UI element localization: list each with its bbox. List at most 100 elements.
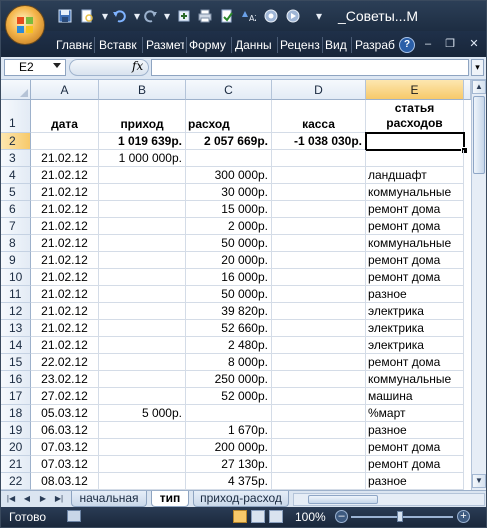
cell-expense[interactable]: 2 480р.	[186, 337, 272, 354]
cell-date[interactable]: 23.02.12	[31, 371, 99, 388]
header-date[interactable]: дата	[31, 100, 99, 133]
cell-income[interactable]	[99, 354, 186, 371]
row-header[interactable]: 6	[1, 201, 31, 218]
page-break-view-icon[interactable]	[269, 510, 283, 523]
cell-date[interactable]: 06.03.12	[31, 422, 99, 439]
row-header[interactable]: 10	[1, 269, 31, 286]
cell-category[interactable]: %март	[366, 405, 464, 422]
zoom-out-icon[interactable]: –	[335, 510, 348, 523]
page-layout-view-icon[interactable]	[251, 510, 265, 523]
tab-developer[interactable]: Разраб	[355, 37, 395, 53]
row-header[interactable]: 2	[1, 133, 31, 150]
cell-cash[interactable]	[272, 235, 366, 252]
cell-category[interactable]: разное	[366, 286, 464, 303]
zoom-in-icon[interactable]	[176, 9, 192, 24]
horizontal-scrollbar[interactable]	[293, 493, 485, 506]
cell-expense[interactable]: 27 130р.	[186, 456, 272, 473]
cell-category[interactable]: ремонт дома	[366, 456, 464, 473]
cell-total-income[interactable]: 1 019 639р.	[99, 133, 186, 150]
cell-expense[interactable]: 200 000р.	[186, 439, 272, 456]
cell-income[interactable]	[99, 456, 186, 473]
cell-cash[interactable]	[272, 371, 366, 388]
row-header[interactable]: 8	[1, 235, 31, 252]
row-header[interactable]: 17	[1, 388, 31, 405]
cell-income[interactable]: 1 000 000р.	[99, 150, 186, 167]
next-sheet-icon[interactable]: ▶	[37, 493, 49, 505]
cell-category[interactable]	[366, 150, 464, 167]
tab-page-layout[interactable]: Размет	[146, 37, 184, 53]
column-header-a[interactable]: A	[31, 80, 99, 100]
cell-income[interactable]	[99, 286, 186, 303]
help-icon[interactable]: ?	[399, 37, 415, 53]
cell-category[interactable]: коммунальные	[366, 235, 464, 252]
formula-input[interactable]	[151, 59, 469, 76]
cell-cash[interactable]	[272, 473, 366, 490]
row-header[interactable]: 4	[1, 167, 31, 184]
cell-expense[interactable]	[186, 150, 272, 167]
row-header[interactable]: 11	[1, 286, 31, 303]
cell-date[interactable]: 21.02.12	[31, 337, 99, 354]
zoom-level[interactable]: 100%	[295, 510, 326, 524]
cell-expense[interactable]: 52 000р.	[186, 388, 272, 405]
insert-function-icon[interactable]: fx	[132, 59, 143, 73]
cell-date[interactable]: 21.02.12	[31, 150, 99, 167]
cell-income[interactable]	[99, 235, 186, 252]
cell-expense[interactable]: 1 670р.	[186, 422, 272, 439]
cell-date[interactable]: 21.02.12	[31, 252, 99, 269]
first-sheet-icon[interactable]: |◀	[5, 493, 17, 505]
normal-view-icon[interactable]	[233, 510, 247, 523]
cell-e2[interactable]	[366, 133, 464, 150]
row-header[interactable]: 19	[1, 422, 31, 439]
cell-cash[interactable]	[272, 456, 366, 473]
cell-income[interactable]	[99, 422, 186, 439]
header-cash[interactable]: касса	[272, 100, 366, 133]
cell-a2[interactable]	[31, 133, 99, 150]
row-header[interactable]: 22	[1, 473, 31, 490]
cell-expense[interactable]: 52 660р.	[186, 320, 272, 337]
undo-icon[interactable]	[111, 9, 127, 24]
row-header[interactable]: 1	[1, 100, 31, 133]
macro-record-icon[interactable]	[67, 510, 81, 522]
app-window-controls[interactable]	[419, 6, 485, 26]
cell-income[interactable]	[99, 337, 186, 354]
row-header[interactable]: 21	[1, 456, 31, 473]
cell-date[interactable]: 08.03.12	[31, 473, 99, 490]
cell-cash[interactable]	[272, 218, 366, 235]
column-header-b[interactable]: B	[99, 80, 186, 100]
cell-cash[interactable]	[272, 286, 366, 303]
cell-expense[interactable]: 20 000р.	[186, 252, 272, 269]
column-header-d[interactable]: D	[272, 80, 366, 100]
cell-category[interactable]: разное	[366, 473, 464, 490]
cell-income[interactable]	[99, 473, 186, 490]
vertical-scrollbar[interactable]: ▲ ▼	[471, 80, 486, 490]
cell-category[interactable]: электрика	[366, 320, 464, 337]
cell-date[interactable]: 21.02.12	[31, 286, 99, 303]
cell-income[interactable]	[99, 252, 186, 269]
tab-data[interactable]: Данны	[235, 37, 275, 53]
row-header[interactable]: 5	[1, 184, 31, 201]
select-all-corner[interactable]	[1, 80, 31, 100]
cell-date[interactable]: 21.02.12	[31, 184, 99, 201]
sheet-tab-initial[interactable]: начальная	[71, 491, 147, 507]
row-header[interactable]: 20	[1, 439, 31, 456]
cell-cash[interactable]	[272, 150, 366, 167]
minimize-icon[interactable]: –	[421, 37, 435, 51]
redo-icon[interactable]	[143, 9, 159, 24]
cell-income[interactable]	[99, 167, 186, 184]
print-preview-icon[interactable]	[79, 9, 95, 24]
cell-expense[interactable]: 2 000р.	[186, 218, 272, 235]
cell-category[interactable]: ремонт дома	[366, 201, 464, 218]
cell-date[interactable]: 21.02.12	[31, 320, 99, 337]
cell-category[interactable]: электрика	[366, 337, 464, 354]
row-header[interactable]: 3	[1, 150, 31, 167]
cell-category[interactable]: ремонт дома	[366, 354, 464, 371]
sort-icon[interactable]: AZ	[241, 9, 260, 24]
cell-cash[interactable]	[272, 320, 366, 337]
tab-home[interactable]: Главна	[56, 37, 92, 53]
cell-date[interactable]: 21.02.12	[31, 218, 99, 235]
row-header[interactable]: 12	[1, 303, 31, 320]
cell-cash[interactable]	[272, 405, 366, 422]
cell-income[interactable]	[99, 320, 186, 337]
customize-qa-icon[interactable]: ▾	[311, 9, 327, 24]
spell-icon[interactable]	[219, 9, 235, 24]
